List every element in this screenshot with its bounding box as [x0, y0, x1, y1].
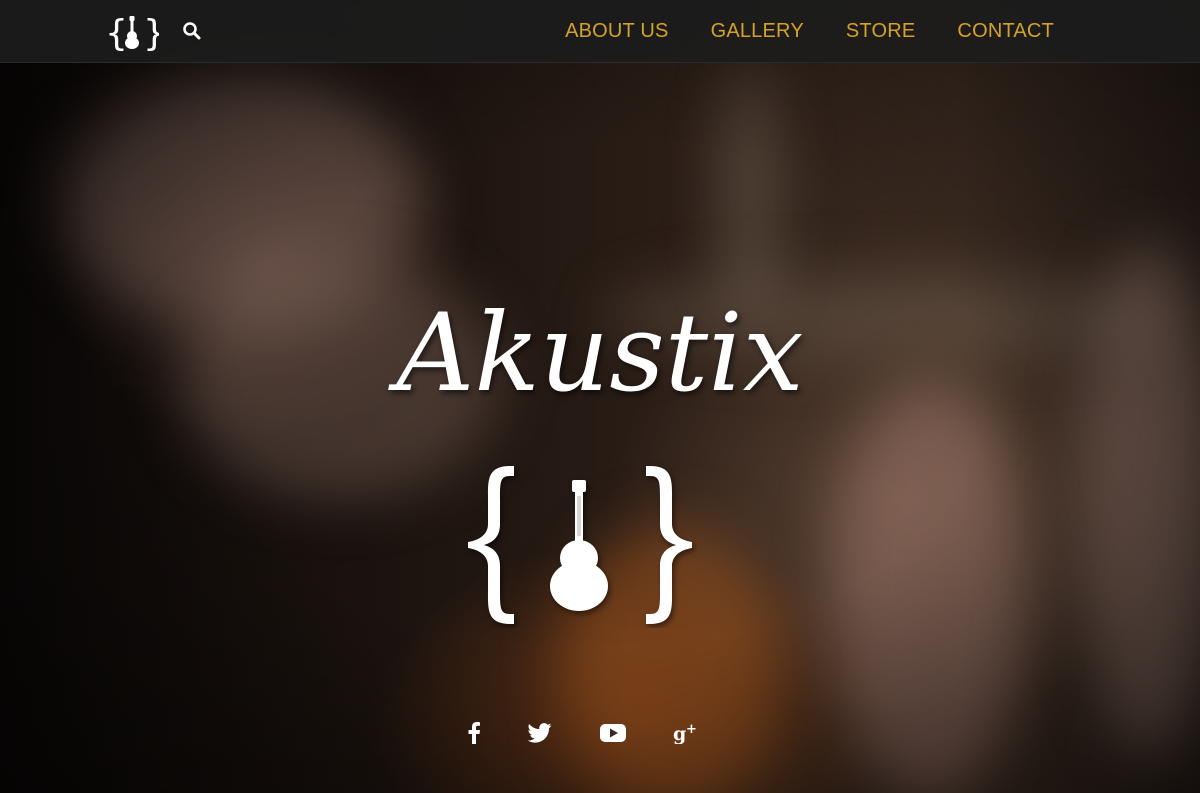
top-navbar: { } ABOUT US GALLERY STORE CONTACT — [0, 0, 1200, 63]
youtube-icon[interactable] — [598, 718, 628, 748]
svg-text:+: + — [686, 722, 697, 737]
social-links: g + — [0, 718, 1200, 748]
page: { } ABOUT US GALLERY STORE CONTACT Akust… — [0, 0, 1200, 793]
nav-link-store[interactable]: STORE — [846, 20, 916, 43]
search-icon[interactable] — [182, 21, 202, 41]
facebook-icon[interactable] — [459, 718, 489, 748]
main-nav: ABOUT US GALLERY STORE CONTACT — [565, 0, 1054, 62]
hero-logo — [462, 462, 698, 628]
nav-link-gallery[interactable]: GALLERY — [711, 20, 804, 43]
svg-text:}: } — [143, 13, 159, 52]
brand-logo[interactable]: { } — [105, 12, 166, 54]
twitter-icon[interactable] — [525, 718, 555, 748]
google-plus-icon[interactable]: g + — [671, 718, 701, 748]
guitar-braces-logo-icon: { } — [105, 13, 166, 54]
svg-text:{: { — [105, 13, 128, 52]
nav-link-contact[interactable]: CONTACT — [957, 20, 1054, 43]
guitar-braces-logo-icon — [468, 466, 692, 624]
hero-title: Akustix — [396, 291, 804, 416]
svg-text:g: g — [673, 723, 686, 744]
nav-link-about-us[interactable]: ABOUT US — [565, 20, 668, 43]
